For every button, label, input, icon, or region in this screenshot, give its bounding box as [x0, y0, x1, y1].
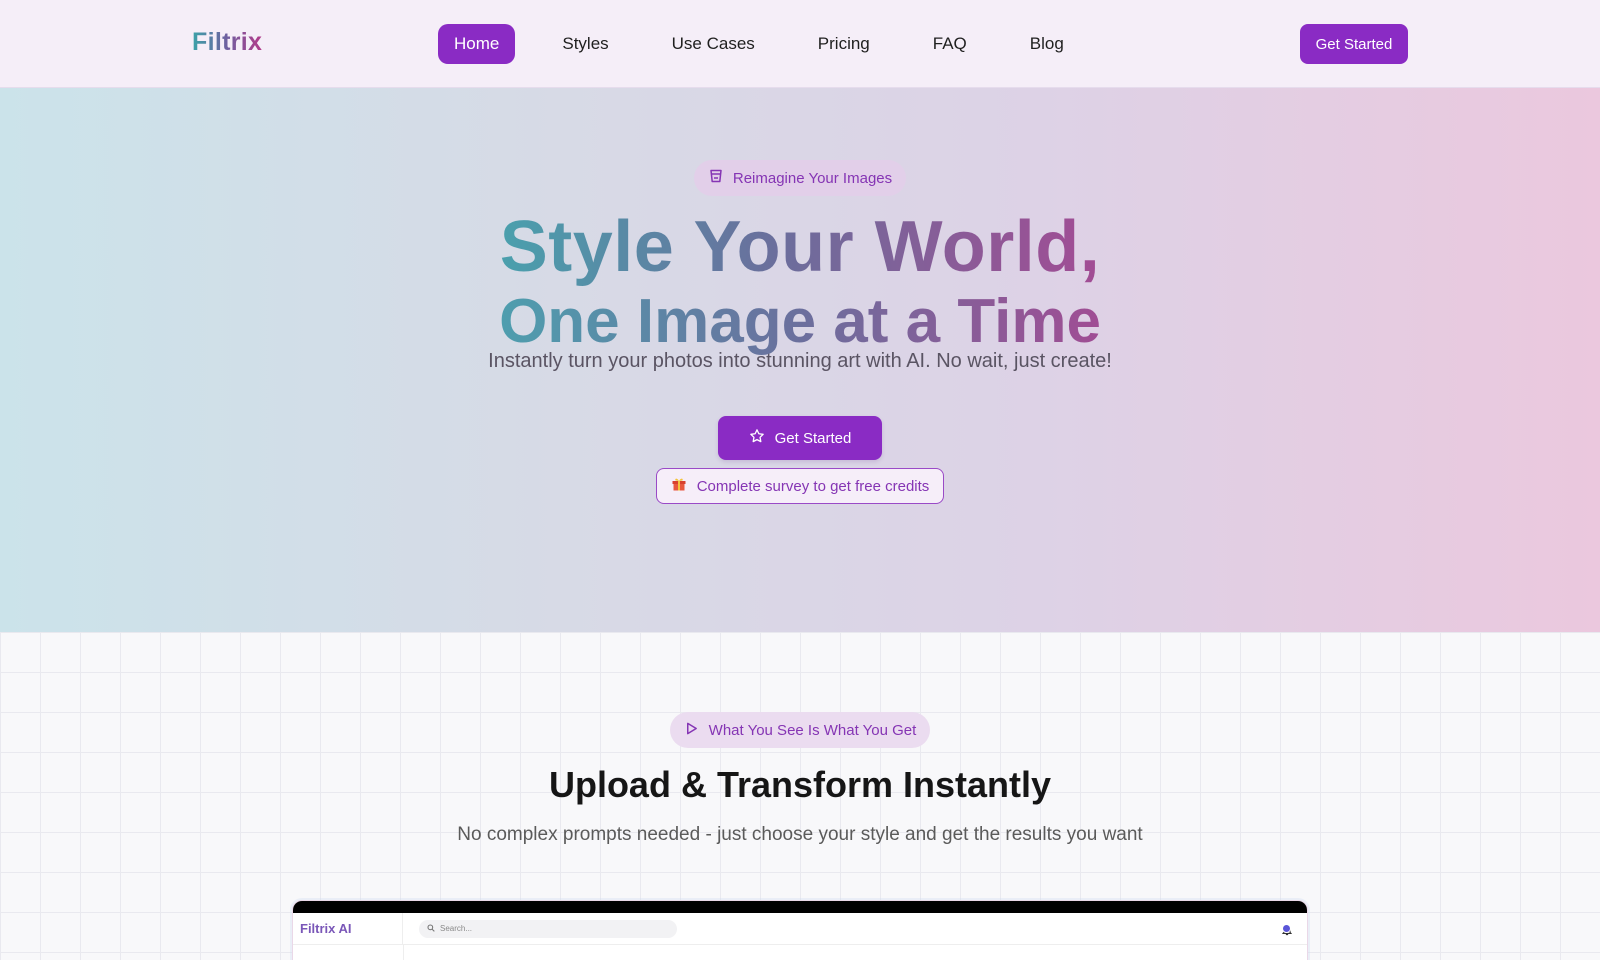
- search-icon: [427, 923, 435, 934]
- nav-get-started-button[interactable]: Get Started: [1300, 24, 1408, 64]
- app-preview: Filtrix AI Search...: [292, 900, 1308, 960]
- hero-section: Reimagine Your Images Style Your World, …: [0, 88, 1600, 632]
- survey-credits-label: Complete survey to get free credits: [696, 477, 930, 495]
- preview-header: Filtrix AI Search...: [293, 912, 1307, 945]
- trash-cup-icon: [708, 168, 724, 188]
- section-subtitle: No complex prompts needed - just choose …: [457, 824, 1143, 845]
- preview-search-input: Search...: [419, 919, 677, 938]
- nav-link-styles[interactable]: Styles: [546, 24, 624, 64]
- survey-credits-button[interactable]: Complete survey to get free credits: [656, 468, 944, 504]
- section-badge-label: What You See Is What You Get: [708, 721, 917, 739]
- preview-search-placeholder: Search...: [440, 924, 473, 933]
- section-badge: What You See Is What You Get: [670, 712, 930, 748]
- hero-title-line2-wrap: One Image at a Time: [0, 290, 1600, 354]
- nav-link-faq[interactable]: FAQ: [917, 24, 983, 64]
- hero-badge-label: Reimagine Your Images: [732, 169, 893, 187]
- bell-icon: [1281, 921, 1297, 937]
- nav-link-blog[interactable]: Blog: [1014, 24, 1080, 64]
- play-icon: [684, 721, 699, 740]
- preview-sidebar-divider: [403, 945, 404, 960]
- preview-window-bar: [293, 901, 1307, 913]
- gift-icon: [671, 476, 687, 496]
- section-title: Upload & Transform Instantly: [548, 764, 1052, 805]
- hero-get-started-button[interactable]: Get Started: [718, 416, 882, 460]
- hero-title-line2: One Image at a Time: [499, 287, 1101, 356]
- hero-get-started-label: Get Started: [774, 429, 852, 447]
- star-icon: [749, 428, 765, 448]
- nav-link-pricing[interactable]: Pricing: [802, 24, 886, 64]
- hero-title-line1: Style Your World,: [499, 207, 1101, 287]
- upload-transform-section: What You See Is What You Get Upload & Tr…: [0, 632, 1600, 960]
- hero-subtitle: Instantly turn your photos into stunning…: [488, 350, 1112, 372]
- hero-badge: Reimagine Your Images: [694, 160, 906, 196]
- notification-dot: [1282, 924, 1291, 933]
- brand-logo[interactable]: Filtrix: [192, 28, 262, 57]
- hero-title: Style Your World,: [0, 210, 1600, 284]
- preview-logo: Filtrix AI: [293, 912, 403, 945]
- nav-link-use-cases[interactable]: Use Cases: [656, 24, 771, 64]
- nav-link-home[interactable]: Home: [438, 24, 516, 64]
- nav-links: Home Styles Use Cases Pricing FAQ Blog: [438, 24, 1111, 64]
- top-navigation: Filtrix Home Styles Use Cases Pricing FA…: [0, 0, 1600, 88]
